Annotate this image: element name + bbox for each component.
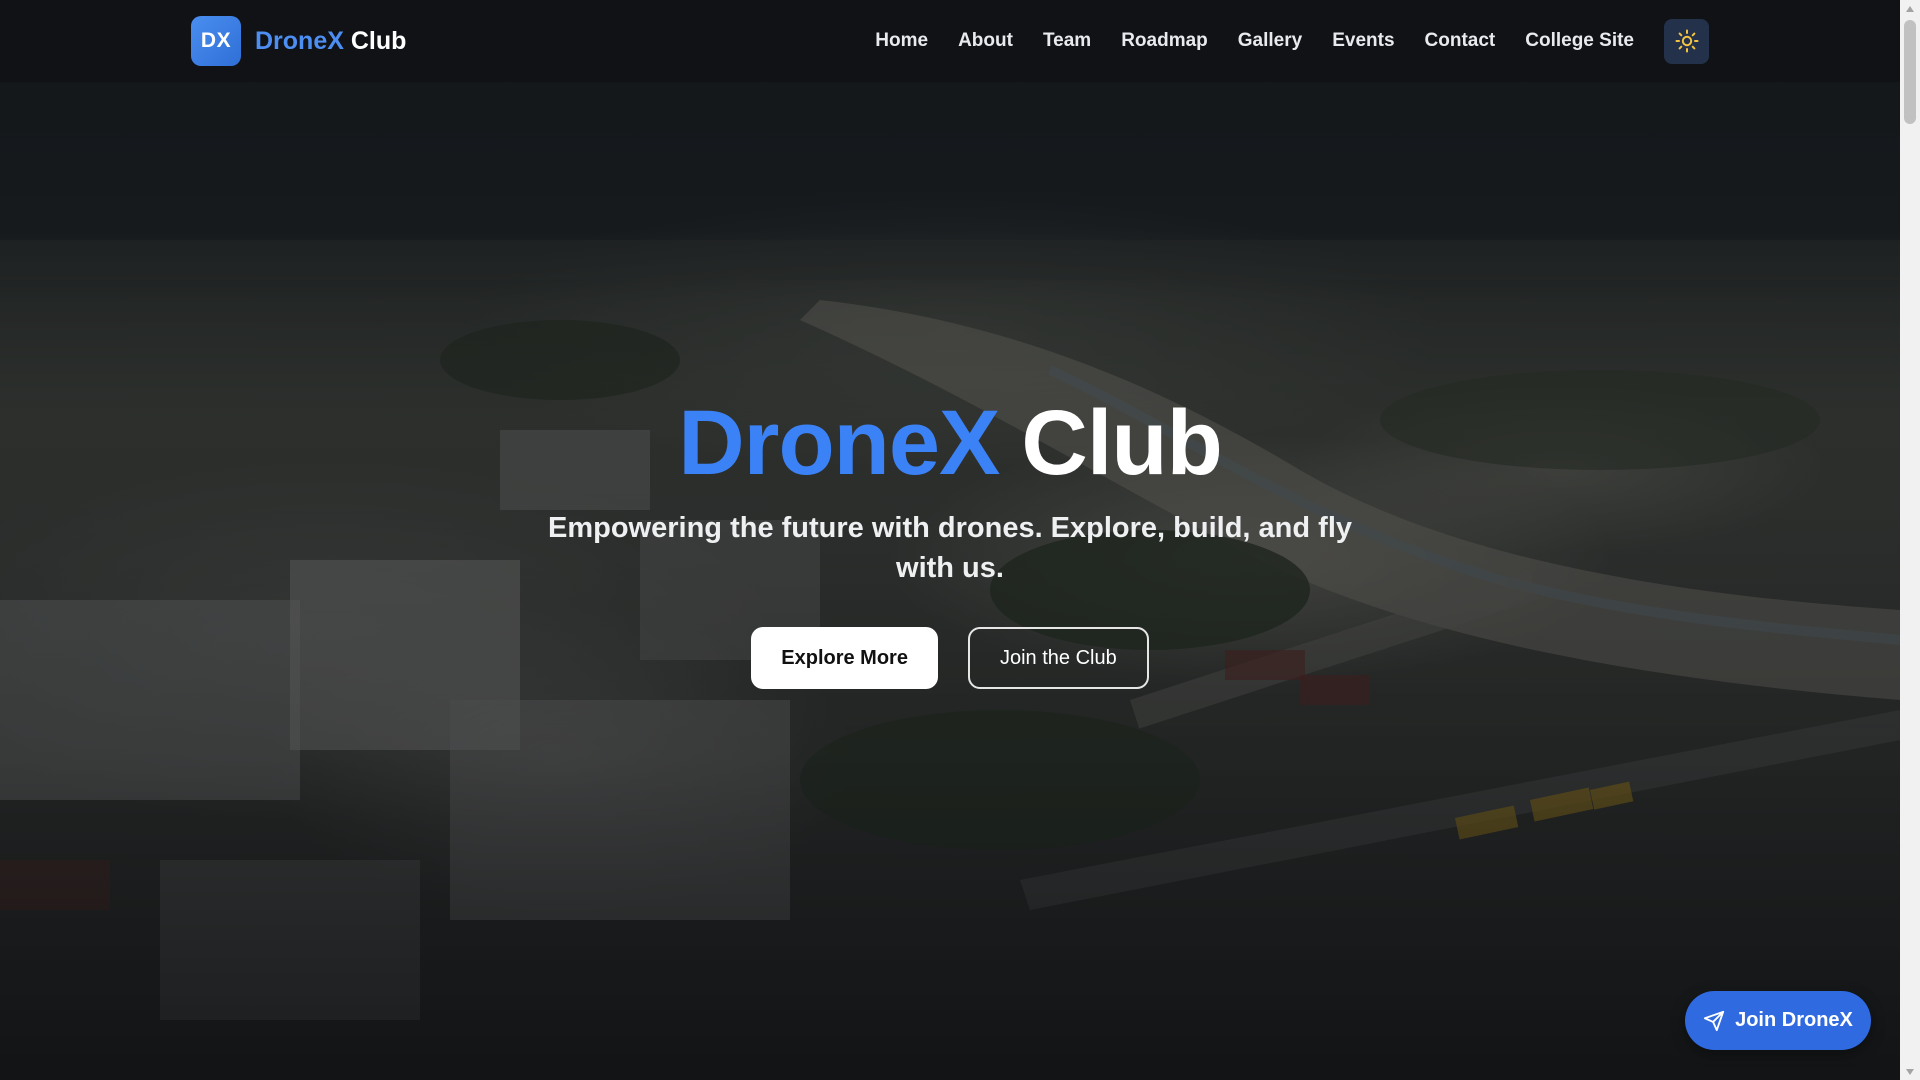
page-viewport: DX DroneX Club Home About Team Roadmap G… bbox=[0, 0, 1900, 1080]
join-the-club-button[interactable]: Join the Club bbox=[967, 627, 1149, 689]
page-scrollbar[interactable] bbox=[1900, 0, 1920, 1080]
scroll-up-arrow-icon[interactable] bbox=[1900, 0, 1920, 17]
explore-more-button[interactable]: Explore More bbox=[751, 627, 938, 689]
join-dronex-floating-button[interactable]: Join DroneX bbox=[1685, 991, 1871, 1050]
hero-title-rest: Club bbox=[1021, 392, 1222, 494]
hero-title: DroneX Club bbox=[0, 388, 1900, 498]
hero-subtitle: Empowering the future with drones. Explo… bbox=[548, 512, 1352, 584]
scroll-down-arrow-icon[interactable] bbox=[1900, 1063, 1920, 1080]
hero-section: DroneX Club Empowering the future with dr… bbox=[0, 0, 1900, 1080]
send-icon bbox=[1704, 1010, 1725, 1031]
hero-button-row: Explore More Join the Club bbox=[0, 627, 1900, 689]
hero-title-accent: DroneX bbox=[678, 392, 1000, 494]
join-dronex-label: Join DroneX bbox=[1735, 1009, 1853, 1031]
scrollbar-thumb[interactable] bbox=[1904, 20, 1916, 124]
